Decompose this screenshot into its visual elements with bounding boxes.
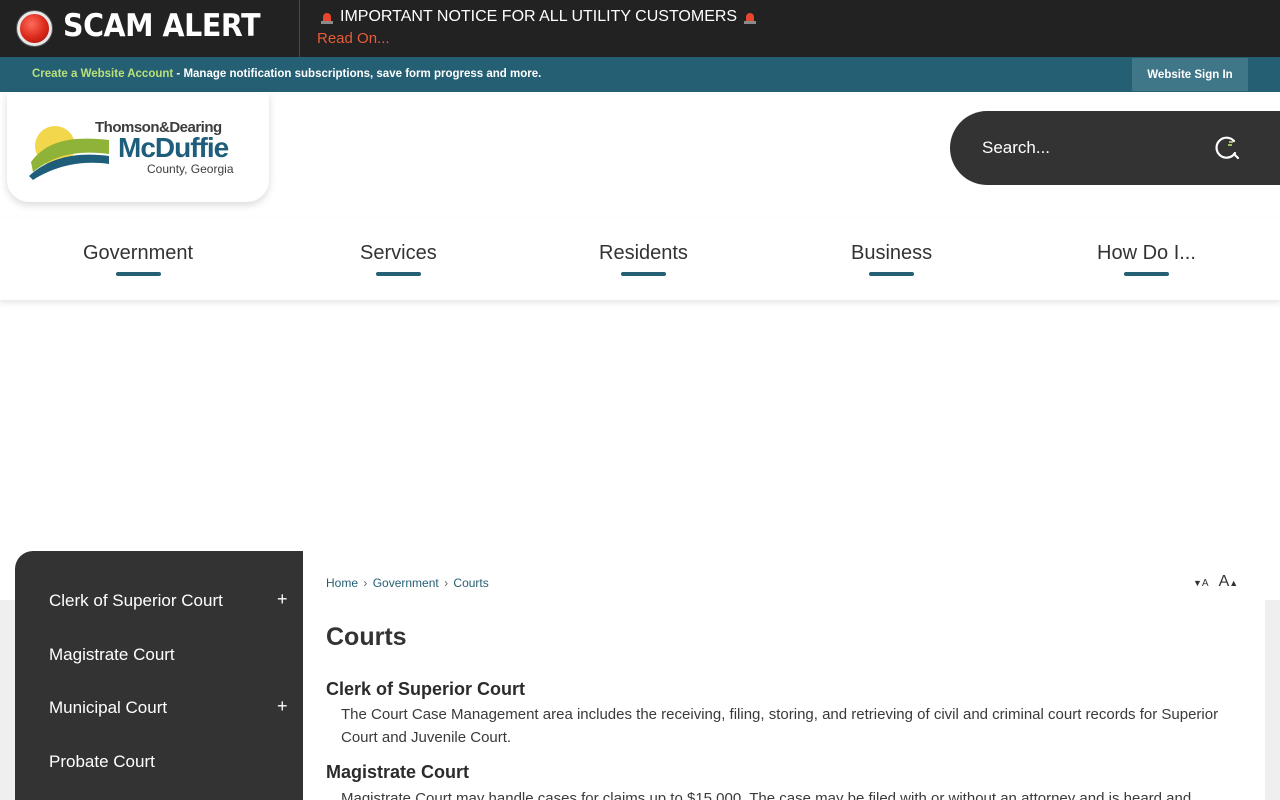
breadcrumb: Home › Government › Courts xyxy=(326,576,489,590)
section-heading-clerk-of-superior-court[interactable]: Clerk of Superior Court xyxy=(326,679,525,700)
sidebar-item-magistrate-court[interactable]: Magistrate Court xyxy=(49,645,175,665)
alert-notice: IMPORTANT NOTICE FOR ALL UTILITY CUSTOME… xyxy=(320,8,757,26)
nav-item-how-do-i[interactable]: How Do I... xyxy=(1097,242,1196,276)
increase-font-label: A xyxy=(1218,573,1230,590)
account-description: - Manage notification subscriptions, sav… xyxy=(173,68,542,80)
caret-up-icon: ▲ xyxy=(1229,578,1239,588)
increase-font-button[interactable]: A▲ xyxy=(1219,573,1239,591)
nav-item-label: Residents xyxy=(599,242,688,264)
section-body-magistrate-court: Magistrate Court may handle cases for cl… xyxy=(341,790,1192,800)
logo-text-line3: County, Georgia xyxy=(147,162,234,176)
expand-icon[interactable]: + xyxy=(277,589,288,610)
breadcrumb-separator: › xyxy=(363,576,368,590)
caret-down-icon: ▼ xyxy=(1193,578,1202,588)
nav-underline xyxy=(375,272,421,276)
nav-item-government[interactable]: Government xyxy=(83,242,193,276)
decrease-font-label: A xyxy=(1201,578,1209,589)
search-input[interactable] xyxy=(982,133,1212,163)
sidebar-item-clerk-of-superior-court[interactable]: Clerk of Superior Court xyxy=(49,591,223,611)
nav-underline xyxy=(620,272,666,276)
nav-item-residents[interactable]: Residents xyxy=(599,242,688,276)
section-heading-magistrate-court[interactable]: Magistrate Court xyxy=(326,762,469,783)
alert-notice-text: IMPORTANT NOTICE FOR ALL UTILITY CUSTOME… xyxy=(340,8,738,25)
nav-item-business[interactable]: Business xyxy=(851,242,932,276)
siren-icon xyxy=(743,10,757,24)
sidebar-menu: Clerk of Superior Court + Magistrate Cou… xyxy=(15,551,303,800)
nav-underline xyxy=(869,272,915,276)
nav-item-label: Government xyxy=(83,242,194,264)
account-bar: Create a Website Account - Manage notifi… xyxy=(0,57,1280,92)
search-icon[interactable] xyxy=(1212,133,1242,163)
decrease-font-button[interactable]: ▼A xyxy=(1193,573,1209,591)
breadcrumb-government[interactable]: Government xyxy=(373,576,439,590)
breadcrumb-separator: › xyxy=(444,576,449,590)
scam-alert-bar: SCAM ALERT IMPORTANT NOTICE FOR ALL UTIL… xyxy=(0,0,1280,57)
create-account-link[interactable]: Create a Website Account xyxy=(32,68,173,80)
section-body-clerk-of-superior-court: The Court Case Management area includes … xyxy=(341,706,1219,746)
nav-item-label: How Do I... xyxy=(1097,242,1196,264)
nav-item-services[interactable]: Services xyxy=(360,242,437,276)
breadcrumb-courts[interactable]: Courts xyxy=(453,576,488,590)
breadcrumb-home[interactable]: Home xyxy=(326,576,358,590)
nav-underline xyxy=(1123,272,1169,276)
account-message: Create a Website Account - Manage notifi… xyxy=(32,68,541,80)
search-box xyxy=(950,111,1280,185)
sidebar-item-probate-court[interactable]: Probate Court xyxy=(49,752,155,772)
site-logo[interactable]: Thomson&Dearing McDuffie County, Georgia xyxy=(7,92,269,202)
sidebar-item-municipal-court[interactable]: Municipal Court xyxy=(49,698,167,718)
logo-text-line2: McDuffie xyxy=(118,132,229,163)
page-title: Courts xyxy=(326,623,407,651)
read-on-link[interactable]: Read On... xyxy=(317,30,390,47)
main-navigation: Government Services Residents Business H… xyxy=(0,218,1280,300)
scam-alert-title: SCAM ALERT xyxy=(63,8,261,44)
scam-alert-label-area: SCAM ALERT xyxy=(0,0,300,57)
siren-icon xyxy=(320,10,334,24)
expand-icon[interactable]: + xyxy=(277,696,288,717)
font-size-controls: ▼A A▲ xyxy=(1193,573,1238,591)
nav-item-label: Business xyxy=(851,242,933,264)
main-content: Home › Government › Courts ▼A A▲ Courts … xyxy=(303,551,1265,800)
nav-underline xyxy=(115,272,161,276)
nav-item-label: Services xyxy=(360,242,437,264)
alert-light-icon xyxy=(17,11,52,46)
website-sign-in-button[interactable]: Website Sign In xyxy=(1132,58,1248,91)
